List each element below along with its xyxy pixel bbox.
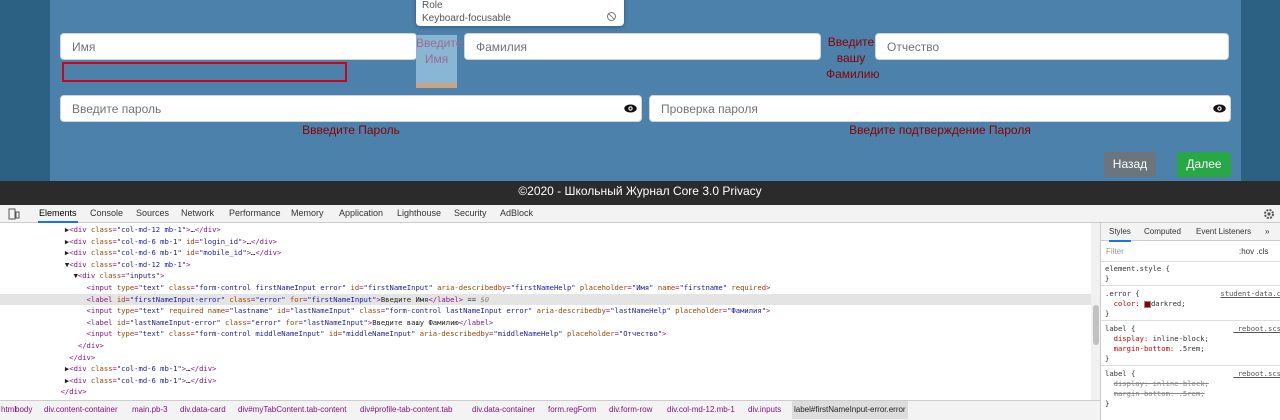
styles-tabbar: Styles Computed Event Listeners » [1101, 223, 1280, 242]
breadcrumb-item[interactable]: div.inputs [748, 401, 781, 419]
breadcrumb-item[interactable]: div#profile-tab-content.tab [360, 401, 453, 419]
tree-line[interactable]: ▶<div class="col-md-6 mb-1" id="login_id… [0, 236, 1091, 248]
first-name-error-label: Введите Имя [416, 35, 462, 88]
breadcrumb-item[interactable]: div.data-card [180, 401, 226, 419]
elements-tree[interactable]: ▶<div class="col-md-12 mb-1">…</div> ▶<d… [0, 223, 1091, 400]
margin-highlight [416, 83, 457, 88]
tree-line-selected[interactable]: <label id="firstNameInput-error" class="… [0, 293, 1091, 306]
breadcrumb-item-current[interactable]: label#firstNameInput-error.error [792, 401, 908, 419]
breadcrumb-item[interactable]: div.col-md-12.mb-1 [667, 401, 735, 419]
breadcrumb-item[interactable]: body [15, 401, 32, 419]
registration-card [50, 0, 1241, 182]
next-button[interactable]: Далее [1177, 152, 1231, 177]
tree-line[interactable]: </div> [0, 352, 1091, 364]
password-confirm-error: Введите подтверждение Пароля [849, 123, 1031, 137]
tab-sources[interactable]: Sources [135, 205, 170, 223]
tree-line[interactable]: ▶<div class="col-md-6 mb-1">…</div> [0, 375, 1091, 387]
eye-icon[interactable] [624, 104, 637, 113]
tree-line[interactable]: <label id="lastNameInput-error" class="e… [0, 317, 1091, 329]
breadcrumb-item[interactable]: div#myTabContent.tab-content [238, 401, 347, 419]
divider [1101, 365, 1280, 366]
no-entry-icon [607, 12, 616, 21]
divider [1101, 320, 1280, 321]
tab-security[interactable]: Security [453, 205, 488, 223]
first-name-placeholder: Имя [72, 40, 96, 54]
styles-pane: Styles Computed Event Listeners » Filter… [1100, 223, 1280, 420]
more-tabs-icon[interactable]: » [1265, 223, 1269, 240]
last-name-placeholder: Фамилия [476, 40, 527, 54]
tree-line[interactable]: ▶<div class="col-md-12 mb-1">…</div> [0, 224, 1091, 236]
label-rule-overridden[interactable]: label {_reboot.scs display: inline-block… [1105, 369, 1280, 409]
password-placeholder: Введите пароль [72, 102, 162, 116]
devtools-tabbar: Elements Console Sources Network Perform… [0, 205, 1280, 223]
divider [1101, 285, 1280, 286]
breadcrumb: html body div.content-container main.pb-… [0, 400, 1100, 420]
tab-styles[interactable]: Styles [1109, 223, 1131, 242]
breadcrumb-item[interactable]: main.pb-3 [132, 401, 168, 419]
tab-performance[interactable]: Performance [228, 205, 282, 223]
middle-name-placeholder: Отчество [887, 40, 940, 54]
divider [1101, 261, 1280, 262]
error-rule[interactable]: .error {student-data.c color: darkred; } [1105, 289, 1280, 319]
breadcrumb-item[interactable]: div.data-container [472, 401, 535, 419]
tab-lighthouse[interactable]: Lighthouse [396, 205, 442, 223]
eye-icon[interactable] [1213, 104, 1226, 113]
tree-line[interactable]: ▼<div class="col-md-12 mb-1"> [0, 259, 1091, 271]
tab-application[interactable]: Application [338, 205, 384, 223]
inspect-tooltip: Role Keyboard-focusable [416, 0, 624, 26]
tab-adblock[interactable]: AdBlock [499, 205, 534, 223]
last-name-input[interactable]: Фамилия [464, 33, 821, 60]
tab-computed[interactable]: Computed [1144, 223, 1181, 240]
password-confirm-placeholder: Проверка пароля [661, 102, 758, 116]
device-toggle-icon[interactable] [8, 208, 20, 220]
tab-memory[interactable]: Memory [290, 205, 325, 223]
hov-cls-toggle[interactable]: :hov .cls [1239, 247, 1268, 256]
page-viewport: Имя Введите Имя Фамилия Введите вашу Фам… [0, 0, 1280, 205]
password-error: Ввведите Пароль [302, 123, 400, 137]
tree-line[interactable]: </div> [0, 386, 1091, 398]
tab-event-listeners[interactable]: Event Listeners [1196, 223, 1251, 240]
password-confirm-input[interactable]: Проверка пароля [649, 95, 1231, 122]
tree-line[interactable]: ▼<div class="inputs"> [0, 270, 1091, 282]
label-rule[interactable]: label {_reboot.scs display: inline-block… [1105, 324, 1280, 364]
element-style-rule[interactable]: element.style { } [1105, 264, 1280, 284]
breadcrumb-item[interactable]: div.content-container [44, 401, 118, 419]
tree-line[interactable]: ▶<div class="col-md-6 mb-1">…</div> [0, 363, 1091, 375]
tab-console[interactable]: Console [89, 205, 124, 223]
tab-network[interactable]: Network [180, 205, 215, 223]
middle-name-input[interactable]: Отчество [875, 33, 1229, 60]
tree-line[interactable]: <input type="text" class="form-control f… [0, 282, 1091, 294]
breadcrumb-item[interactable]: html [1, 401, 16, 419]
tooltip-role: Role [422, 0, 443, 11]
styles-filter-input[interactable]: Filter [1106, 247, 1124, 256]
first-name-error-highlight [62, 62, 347, 82]
color-swatch[interactable] [1143, 300, 1151, 308]
tree-line[interactable]: ▶<div class="col-md-6 mb-1" id="mobile_i… [0, 247, 1091, 259]
breadcrumb-item[interactable]: div.form-row [609, 401, 652, 419]
back-button[interactable]: Назад [1104, 152, 1156, 177]
gear-icon[interactable] [1263, 208, 1275, 220]
tooltip-keyboard: Keyboard-focusable [422, 13, 511, 24]
breadcrumb-item[interactable]: form.regForm [548, 401, 596, 419]
tree-line[interactable]: </div> [0, 340, 1091, 352]
scroll-thumb[interactable] [1093, 305, 1099, 345]
tab-elements[interactable]: Elements [38, 205, 78, 223]
last-name-error: Введите вашу Фамилию [826, 35, 880, 81]
tree-line[interactable]: <input type="text" class="form-control m… [0, 328, 1091, 340]
first-name-input[interactable]: Имя [60, 33, 417, 60]
page-footer: ©2020 - Школьный Журнал Core 3.0 Privacy [0, 181, 1280, 205]
tree-line[interactable]: <input type="text" required name="lastna… [0, 305, 1091, 317]
password-input[interactable]: Введите пароль [60, 95, 642, 122]
